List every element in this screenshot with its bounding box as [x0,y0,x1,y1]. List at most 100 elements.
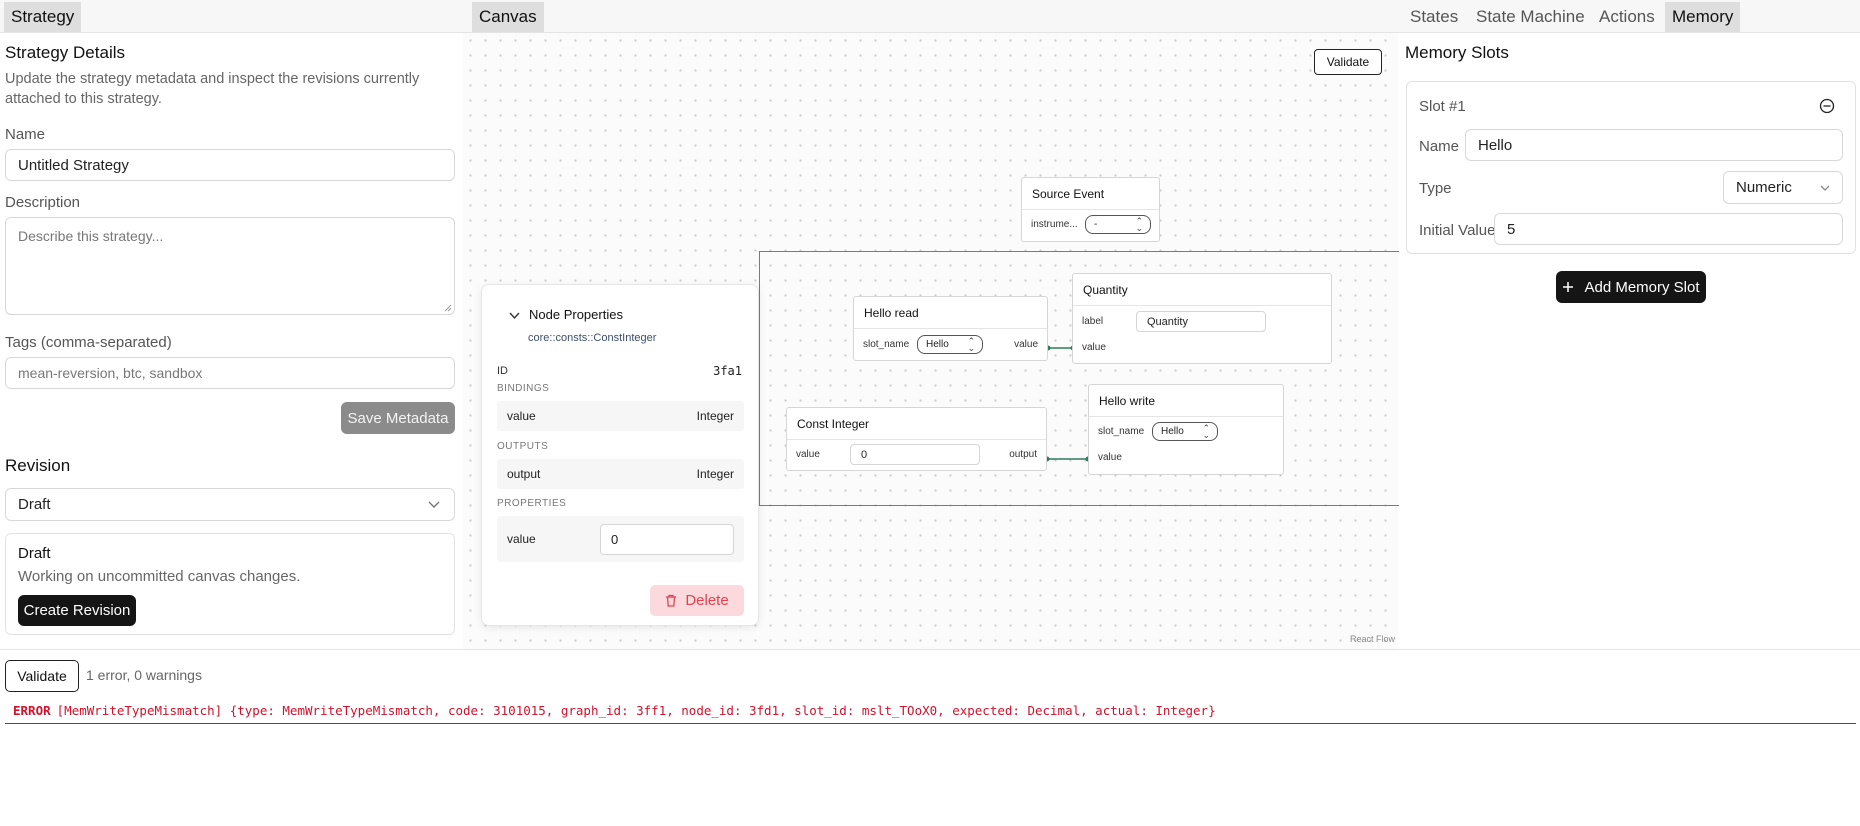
node-output-label: output [1009,449,1037,460]
slot-title: Slot #1 [1419,98,1466,115]
node-properties-title: Node Properties [529,307,623,322]
instrument-select-value: - [1094,219,1098,230]
revision-heading: Revision [5,456,71,475]
plus-icon [1563,282,1574,292]
node-title: Hello write [1089,385,1283,417]
revision-card-title: Draft [18,545,51,562]
node-properties-panel: Node Properties core::consts::ConstInteg… [481,284,759,626]
node-field-label: slot_name [1098,426,1145,437]
tags-input[interactable]: mean-reversion, btc, sandbox [5,357,455,389]
description-placeholder: Describe this strategy... [18,228,164,244]
node-field-label: slot_name [863,339,910,350]
strategy-details-heading: Strategy Details [5,43,125,62]
properties-heading: PROPERTIES [497,498,567,509]
memory-slots-heading: Memory Slots [1405,43,1509,62]
revision-card-text: Working on uncommitted canvas changes. [18,568,301,585]
node-title: Quantity [1073,274,1331,306]
canvas-tabbar: Canvas [463,0,1398,33]
binding-row: value Integer [497,401,744,431]
react-flow-attribution[interactable]: React Flow [1350,634,1395,644]
node-id-label: ID [497,365,508,377]
node-output-label: value [1014,339,1038,350]
tab-memory[interactable]: Memory [1665,2,1741,32]
output-row: output Integer [497,459,744,489]
validation-error-line: ERROR [MemWriteTypeMismatch] {type: MemWr… [13,703,1216,718]
tab-actions[interactable]: Actions [1592,2,1662,32]
slot-type-select[interactable]: Numeric [1723,171,1843,204]
tab-state-machine[interactable]: State Machine [1469,2,1592,32]
bottom-divider [0,649,1860,650]
slot-type-label: Type [1419,180,1452,197]
memory-slot-card: Slot #1 Name Hello Type Numeric Initial … [1406,81,1856,254]
node-hello-read[interactable]: Hello read slot_name Hello ⌃ ⌄ value [853,296,1048,361]
flow-canvas[interactable]: Validate Source Event instrume... - ⌃ ⌄ H… [463,33,1399,649]
slot-type-value: Numeric [1736,179,1792,196]
initial-value-label: Initial Value [1419,222,1496,239]
const-value-input[interactable]: 0 [850,444,980,465]
property-value-input[interactable]: 0 [600,524,734,555]
chevron-down-icon [428,501,440,508]
up-down-icon: ⌃ ⌄ [1202,423,1210,440]
slot-name-select-value: Hello [926,339,949,350]
name-label: Name [5,126,46,143]
slot-name-input[interactable]: Hello [1465,129,1843,161]
up-down-icon: ⌃ ⌄ [967,336,975,353]
quantity-label-input[interactable]: Quantity [1136,311,1266,332]
create-revision-button[interactable]: Create Revision [18,595,136,626]
binding-name: value [507,409,536,423]
validation-summary: 1 error, 0 warnings [86,667,202,683]
chevron-down-icon [1820,185,1830,191]
outputs-heading: OUTPUTS [497,441,549,452]
up-down-icon: ⌃ ⌄ [1135,216,1143,233]
error-underline [5,723,1856,724]
chevron-down-icon[interactable] [509,312,520,320]
output-type: Integer [696,467,734,481]
slot-name-select[interactable]: Hello ⌃ ⌄ [917,335,983,354]
slot-name-select-value: Hello [1161,426,1184,437]
strategy-name-input[interactable]: Untitled Strategy [5,149,455,181]
tab-canvas[interactable]: Canvas [472,2,544,32]
delete-button-label: Delete [685,592,729,609]
node-label-label: label [1082,316,1104,327]
instrument-select[interactable]: - ⌃ ⌄ [1085,215,1151,234]
trash-icon [666,594,677,607]
initial-value-input[interactable]: 5 [1494,213,1843,245]
revision-select-value: Draft [18,496,51,513]
node-value-label: value [796,449,820,460]
add-memory-slot-button[interactable]: Add Memory Slot [1556,271,1706,303]
node-const-integer[interactable]: Const Integer value 0 output [786,407,1047,471]
node-id-value: 3fa1 [713,364,742,378]
description-label: Description [5,194,81,211]
revision-select[interactable]: Draft [5,488,455,521]
property-name: value [507,532,536,546]
strategy-details-description: Update the strategy metadata and inspect… [5,71,420,107]
tab-strategy[interactable]: Strategy [4,2,82,32]
tab-states[interactable]: States [1403,2,1465,32]
revision-card: Draft Working on uncommitted canvas chan… [5,533,455,635]
node-type-label: core::consts::ConstInteger [528,332,657,344]
node-hello-write[interactable]: Hello write slot_name Hello ⌃ ⌄ value [1088,384,1284,475]
error-message: [MemWriteTypeMismatch] {type: MemWriteTy… [56,703,1216,718]
save-metadata-button[interactable]: Save Metadata [341,402,455,434]
error-tag: ERROR [13,703,51,718]
node-title: Const Integer [787,408,1046,440]
left-tabbar: Strategy [0,0,463,33]
delete-node-button[interactable]: Delete [650,585,744,616]
slot-name-label: Name [1419,138,1460,155]
bottom-validate-button[interactable]: Validate [5,660,79,692]
add-memory-slot-label: Add Memory Slot [1584,278,1700,296]
node-input-label: value [1082,342,1106,353]
node-quantity[interactable]: Quantity label Quantity value [1072,273,1332,364]
right-tabbar: States State Machine Actions Memory [1398,0,1860,33]
binding-type: Integer [696,409,734,423]
node-input-label: value [1098,452,1122,463]
node-field-label: instrume... [1031,219,1078,230]
node-source-event[interactable]: Source Event instrume... - ⌃ ⌄ [1021,177,1160,242]
strategy-description-textarea[interactable]: Describe this strategy... [5,217,455,315]
output-name: output [507,467,541,481]
resize-handle-icon[interactable] [444,304,452,312]
bindings-heading: BINDINGS [497,383,550,394]
slot-name-select[interactable]: Hello ⌃ ⌄ [1152,422,1218,441]
node-title: Hello read [854,297,1047,329]
remove-slot-icon[interactable] [1819,98,1835,114]
